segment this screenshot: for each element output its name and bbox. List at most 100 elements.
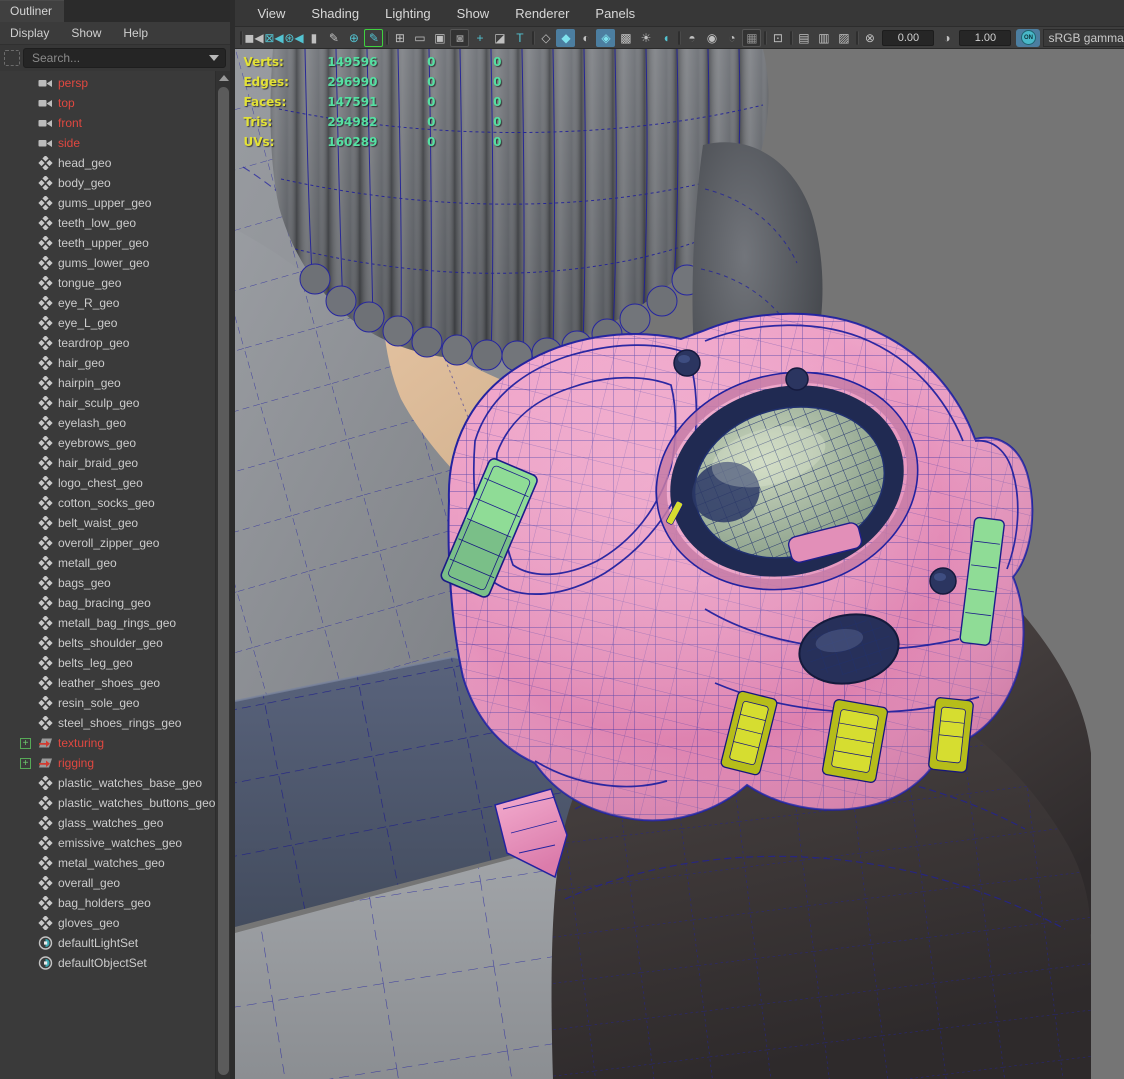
field-chart-icon[interactable]: + [470, 29, 489, 47]
shaded-cube-icon[interactable]: ◆ [556, 29, 575, 47]
outliner-item-teardrop_geo[interactable]: + teardrop_geo [0, 333, 215, 353]
outliner-item-plastic_watches_base_geo[interactable]: + plastic_watches_base_geo [0, 773, 215, 793]
outliner-item-overall_geo[interactable]: + overall_geo [0, 873, 215, 893]
shadows-icon[interactable]: ◖ [656, 29, 675, 47]
viewport-menu-item[interactable]: Lighting [385, 6, 431, 21]
outliner-item-side[interactable]: + side [0, 133, 215, 153]
camera-attributes-icon[interactable]: ⊛◀ [284, 29, 303, 47]
outliner-item-defaultLightSet[interactable]: + defaultLightSet [0, 933, 215, 953]
image-plane-icon[interactable]: ◪ [490, 29, 509, 47]
textured-icon[interactable]: ◐ [576, 29, 595, 47]
outliner-scrollbar[interactable] [215, 71, 230, 1079]
viewport-menu-item[interactable]: Show [457, 6, 490, 21]
outliner-tab[interactable]: Outliner [0, 0, 64, 22]
outliner-item-gums_upper_geo[interactable]: + gums_upper_geo [0, 193, 215, 213]
outliner-item-eye_L_geo[interactable]: + eye_L_geo [0, 313, 215, 333]
camera-icon[interactable]: ◼◀ [244, 29, 263, 47]
contrast-icon[interactable]: ◑ [937, 29, 956, 47]
outliner-item-plastic_watches_buttons_geo[interactable]: + plastic_watches_buttons_geo [0, 793, 215, 813]
wireframe-on-shaded-icon[interactable]: ◈ [596, 29, 615, 47]
outliner-item-eyebrows_geo[interactable]: + eyebrows_geo [0, 433, 215, 453]
multisample-icon[interactable]: ▦ [742, 29, 761, 47]
outliner-item-hair_braid_geo[interactable]: + hair_braid_geo [0, 453, 215, 473]
outliner-item-bags_geo[interactable]: + bags_geo [0, 573, 215, 593]
snapshot-a-icon[interactable]: ▤ [794, 29, 813, 47]
search-dropdown-caret-icon[interactable] [209, 55, 219, 61]
search-input[interactable] [30, 50, 205, 66]
outliner-item-eyelash_geo[interactable]: + eyelash_geo [0, 413, 215, 433]
outliner-item-hair_sculp_geo[interactable]: + hair_sculp_geo [0, 393, 215, 413]
camera-aperture-icon[interactable]: ◔ [722, 29, 741, 47]
outliner-item-resin_sole_geo[interactable]: + resin_sole_geo [0, 693, 215, 713]
outliner-item-bag_holders_geo[interactable]: + bag_holders_geo [0, 893, 215, 913]
outliner-item-teeth_upper_geo[interactable]: + teeth_upper_geo [0, 233, 215, 253]
exposure-field[interactable]: 0.00 [882, 30, 934, 46]
active-pencil-tool-icon[interactable]: ✎ [364, 29, 383, 47]
outliner-item-hair_geo[interactable]: + hair_geo [0, 353, 215, 373]
lights-icon[interactable]: ☀ [636, 29, 655, 47]
outliner-item-top[interactable]: + top [0, 93, 215, 113]
motion-blur-icon[interactable]: ◉ [702, 29, 721, 47]
outliner-item-belt_waist_geo[interactable]: + belt_waist_geo [0, 513, 215, 533]
outliner-menu-item[interactable]: Display [10, 26, 49, 40]
exposure-icon[interactable]: ⊗ [860, 29, 879, 47]
outliner-item-glass_watches_geo[interactable]: + glass_watches_geo [0, 813, 215, 833]
ambient-occlusion-icon[interactable]: ◓ [682, 29, 701, 47]
wireframe-cube-icon[interactable]: ◇ [536, 29, 555, 47]
safe-title-icon[interactable]: T [510, 29, 529, 47]
snapshot-b-icon[interactable]: ▥ [814, 29, 833, 47]
scrollbar-thumb[interactable] [218, 87, 229, 1075]
viewport-menu-item[interactable]: Renderer [515, 6, 569, 21]
viewport-menu-item[interactable]: Panels [595, 6, 635, 21]
outliner-item-gums_lower_geo[interactable]: + gums_lower_geo [0, 253, 215, 273]
bookmark-icon[interactable]: ▮ [304, 29, 323, 47]
outliner-item-metall_geo[interactable]: + metall_geo [0, 553, 215, 573]
viewport-menu-item[interactable]: View [257, 6, 285, 21]
scroll-up-arrow-icon[interactable] [218, 73, 229, 83]
checker-texture-icon[interactable]: ▩ [616, 29, 635, 47]
outliner-item-overoll_zipper_geo[interactable]: + overoll_zipper_geo [0, 533, 215, 553]
viewport-menu-item[interactable]: Shading [311, 6, 359, 21]
outliner-item-bag_bracing_geo[interactable]: + bag_bracing_geo [0, 593, 215, 613]
outliner-item-hairpin_geo[interactable]: + hairpin_geo [0, 373, 215, 393]
grease-pencil-icon[interactable]: ✎ [324, 29, 343, 47]
outliner-item-defaultObjectSet[interactable]: + defaultObjectSet [0, 953, 215, 973]
outliner-item-metal_watches_geo[interactable]: + metal_watches_geo [0, 853, 215, 873]
outliner-menu-item[interactable]: Show [71, 26, 101, 40]
outliner-menu-item[interactable]: Help [123, 26, 148, 40]
pan-zoom-tool-icon[interactable]: ⊕ [344, 29, 363, 47]
resolution-gate-icon[interactable]: ▣ [430, 29, 449, 47]
outliner-item-persp[interactable]: + persp [0, 73, 215, 93]
outliner-item-texturing[interactable]: + texturing [0, 733, 215, 753]
outliner-item-logo_chest_geo[interactable]: + logo_chest_geo [0, 473, 215, 493]
outliner-item-teeth_low_geo[interactable]: + teeth_low_geo [0, 213, 215, 233]
outliner-item-tongue_geo[interactable]: + tongue_geo [0, 273, 215, 293]
outliner-item-head_geo[interactable]: + head_geo [0, 153, 215, 173]
gate-mask-icon[interactable]: ◙ [450, 29, 469, 47]
expand-plus-icon[interactable]: + [20, 758, 31, 769]
select-filter-icon[interactable] [4, 50, 20, 66]
film-gate-icon[interactable]: ▭ [410, 29, 429, 47]
outliner-item-eye_R_geo[interactable]: + eye_R_geo [0, 293, 215, 313]
contrast-field[interactable]: 1.00 [959, 30, 1011, 46]
isolate-select-icon[interactable]: ⊡ [768, 29, 787, 47]
outliner-item-rigging[interactable]: + rigging [0, 753, 215, 773]
outliner-item-belts_leg_geo[interactable]: + belts_leg_geo [0, 653, 215, 673]
outliner-item-front[interactable]: + front [0, 113, 215, 133]
outliner-item-emissive_watches_geo[interactable]: + emissive_watches_geo [0, 833, 215, 853]
viewport-scene[interactable]: Verts: 149596 0 0 Edges: 296990 0 0 Face… [235, 49, 1124, 1079]
outliner-item-metall_bag_rings_geo[interactable]: + metall_bag_rings_geo [0, 613, 215, 633]
outliner-item-gloves_geo[interactable]: + gloves_geo [0, 913, 215, 933]
xray-icon[interactable]: ▨ [834, 29, 853, 47]
toolbar-separator [854, 30, 859, 46]
colorspace-dropdown[interactable]: sRGB gamma (le [1043, 29, 1124, 47]
outliner-item-body_geo[interactable]: + body_geo [0, 173, 215, 193]
expand-plus-icon[interactable]: + [20, 738, 31, 749]
outliner-item-belts_shoulder_geo[interactable]: + belts_shoulder_geo [0, 633, 215, 653]
outliner-item-cotton_socks_geo[interactable]: + cotton_socks_geo [0, 493, 215, 513]
outliner-item-leather_shoes_geo[interactable]: + leather_shoes_geo [0, 673, 215, 693]
outliner-item-steel_shoes_rings_geo[interactable]: + steel_shoes_rings_geo [0, 713, 215, 733]
lock-camera-icon[interactable]: ⊠◀ [264, 29, 283, 47]
grid-icon[interactable]: ⊞ [390, 29, 409, 47]
gamma-toggle[interactable]: ON [1016, 29, 1040, 47]
